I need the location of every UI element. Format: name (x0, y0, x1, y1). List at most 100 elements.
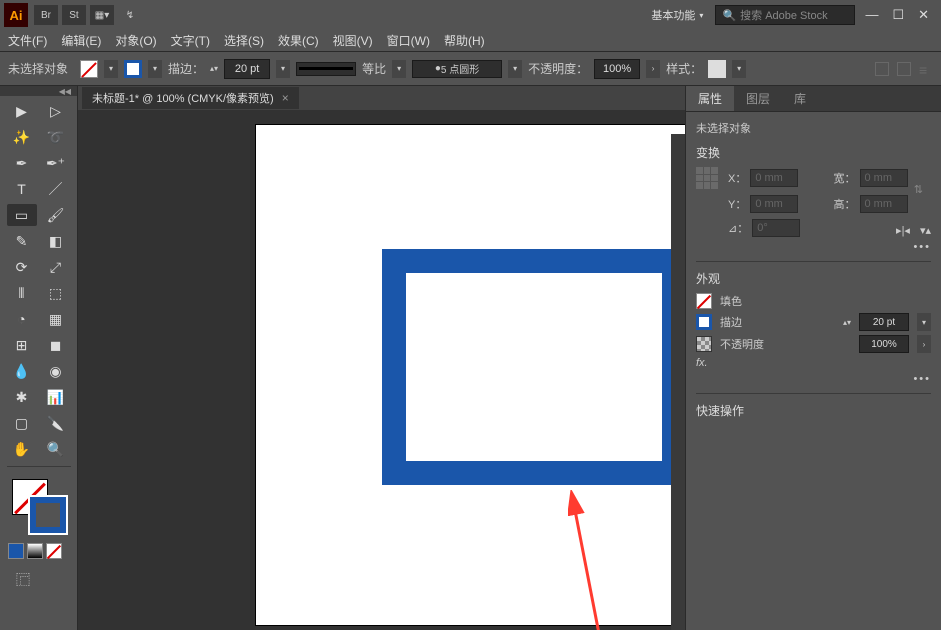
pen-tool[interactable]: ✒ (7, 152, 37, 174)
fill-stroke-indicator[interactable] (0, 473, 77, 539)
direct-selection-tool[interactable]: ▷ (41, 100, 71, 122)
selection-tool[interactable]: ▶ (7, 100, 37, 122)
lasso-tool[interactable]: ➰ (41, 126, 71, 148)
panel-stroke-weight[interactable]: 20 pt (859, 313, 909, 331)
none-mode[interactable] (46, 543, 62, 559)
panel-opacity-swatch[interactable] (696, 336, 712, 352)
menu-window[interactable]: 窗口(W) (387, 32, 430, 49)
graph-tool[interactable]: 📊 (41, 386, 71, 408)
brush-tool[interactable]: 🖌 (41, 204, 71, 226)
type-tool[interactable]: T (7, 178, 37, 200)
stroke-dd[interactable]: ▾ (148, 60, 162, 78)
quick-actions-heading: 快速操作 (696, 402, 931, 419)
eraser-tool[interactable]: ◧ (41, 230, 71, 252)
menu-type[interactable]: 文字(T) (171, 32, 210, 49)
h-field[interactable]: 0 mm (860, 195, 908, 213)
menu-help[interactable]: 帮助(H) (444, 32, 485, 49)
screen-mode[interactable]: ⿸ (8, 569, 38, 591)
color-mode[interactable] (8, 543, 24, 559)
fill-dd[interactable]: ▾ (104, 60, 118, 78)
toolbar: ◀◀ ▶ ▷ ✨ ➰ ✒ ✒⁺ T ／ ▭ 🖌 ✎ ◧ ⟳ ⤢ ⫴ ⬚ ◔ ▦ … (0, 86, 78, 630)
panel-opacity-field[interactable]: 100% (859, 335, 909, 353)
arrange-docs-button[interactable]: ▦▾ (90, 5, 114, 25)
stroke-label: 描边： (168, 60, 204, 77)
flip-h-icon[interactable]: ▸|◂ (896, 224, 910, 237)
workspace-switcher[interactable]: 基本功能▾ (651, 7, 703, 23)
selection-status: 未选择对象 (8, 60, 68, 77)
document-area: 未标题-1* @ 100% (CMYK/像素预览) × (78, 86, 685, 630)
menu-file[interactable]: 文件(F) (8, 32, 47, 49)
gradient-mode[interactable] (27, 543, 43, 559)
rectangle-tool[interactable]: ▭ (7, 204, 37, 226)
rotation-field[interactable]: 0° (752, 219, 800, 237)
bridge-button[interactable]: Br (34, 5, 58, 25)
shaper-tool[interactable]: ✎ (7, 230, 37, 252)
blend-tool[interactable]: ◉ (41, 360, 71, 382)
options-bar: 未选择对象 ▾ ▾ 描边： ▴▾ 20 pt▾ 等比▾ ● 5 点圆形▾ 不透明… (0, 52, 941, 86)
curvature-tool[interactable]: ✒⁺ (41, 152, 71, 174)
link-wh-icon[interactable]: ⇅ (914, 183, 923, 196)
tab-libraries[interactable]: 库 (782, 86, 818, 111)
zoom-tool[interactable]: 🔍 (41, 438, 71, 460)
slice-tool[interactable]: 🔪 (41, 412, 71, 434)
hand-tool[interactable]: ✋ (7, 438, 37, 460)
appearance-heading: 外观 (696, 270, 931, 287)
toolbar-collapse[interactable]: ◀◀ (0, 86, 77, 96)
search-input[interactable]: 🔍 搜索 Adobe Stock (715, 5, 855, 25)
more-transform[interactable]: ••• (696, 241, 931, 253)
canvas[interactable] (78, 110, 685, 630)
close-button[interactable]: ✕ (918, 7, 929, 23)
minimize-button[interactable]: — (865, 7, 878, 23)
fill-swatch[interactable] (80, 60, 98, 78)
rotate-tool[interactable]: ⟳ (7, 256, 37, 278)
y-field[interactable]: 0 mm (750, 195, 798, 213)
menu-object[interactable]: 对象(O) (115, 32, 156, 49)
app-icon: Ai (4, 3, 28, 27)
w-field[interactable]: 0 mm (860, 169, 908, 187)
shape-builder-tool[interactable]: ◔ (7, 308, 37, 330)
panel-fill-swatch[interactable] (696, 293, 712, 309)
menu-view[interactable]: 视图(V) (333, 32, 373, 49)
brush-field[interactable]: ● 5 点圆形 (412, 60, 502, 78)
magic-wand-tool[interactable]: ✨ (7, 126, 37, 148)
x-field[interactable]: 0 mm (750, 169, 798, 187)
annotation-arrow (568, 490, 648, 630)
document-tab[interactable]: 未标题-1* @ 100% (CMYK/像素预览) × (82, 87, 299, 109)
symbol-sprayer-tool[interactable]: ✱ (7, 386, 37, 408)
line-tool[interactable]: ／ (41, 178, 71, 200)
perspective-tool[interactable]: ▦ (41, 308, 71, 330)
anchor-widget[interactable] (696, 167, 718, 189)
maximize-button[interactable]: ☐ (892, 7, 904, 23)
tab-layers[interactable]: 图层 (734, 86, 782, 111)
menu-bar: 文件(F) 编辑(E) 对象(O) 文字(T) 选择(S) 效果(C) 视图(V… (0, 30, 941, 52)
panel-stroke-swatch[interactable] (696, 314, 712, 330)
free-transform-tool[interactable]: ⬚ (41, 282, 71, 304)
opacity-field[interactable]: 100% (594, 59, 640, 79)
right-panels: 属性 图层 库 未选择对象 变换 X：0 mm 宽：0 mm Y：0 mm 高：… (685, 86, 941, 630)
scale-tool[interactable]: ⤢ (41, 256, 71, 278)
artboard-tool[interactable]: ▢ (7, 412, 37, 434)
vertical-scrollbar[interactable] (671, 134, 685, 630)
style-swatch[interactable] (708, 60, 726, 78)
title-bar: Ai Br St ▦▾ ↯ 基本功能▾ 🔍 搜索 Adobe Stock — ☐… (0, 0, 941, 30)
menu-edit[interactable]: 编辑(E) (61, 32, 101, 49)
stock-button[interactable]: St (62, 5, 86, 25)
tab-properties[interactable]: 属性 (686, 86, 734, 111)
close-tab-icon[interactable]: × (282, 91, 289, 105)
stroke-weight-field[interactable]: 20 pt (224, 59, 270, 79)
align-buttons[interactable]: ≡ (875, 62, 933, 76)
menu-select[interactable]: 选择(S) (224, 32, 264, 49)
rectangle-shape[interactable] (382, 249, 685, 485)
stroke-swatch[interactable] (124, 60, 142, 78)
gradient-tool[interactable]: ◼ (41, 334, 71, 356)
more-appearance[interactable]: ••• (696, 373, 931, 385)
mesh-tool[interactable]: ⊞ (7, 334, 37, 356)
stroke-profile[interactable] (296, 62, 356, 76)
flip-v-icon[interactable]: ▾▴ (920, 224, 931, 237)
eyedropper-tool[interactable]: 💧 (7, 360, 37, 382)
menu-effect[interactable]: 效果(C) (278, 32, 319, 49)
style-label: 样式： (666, 60, 702, 77)
width-tool[interactable]: ⫴ (7, 282, 37, 304)
gpu-button[interactable]: ↯ (118, 5, 142, 25)
fx-button[interactable]: fx. (696, 357, 708, 369)
